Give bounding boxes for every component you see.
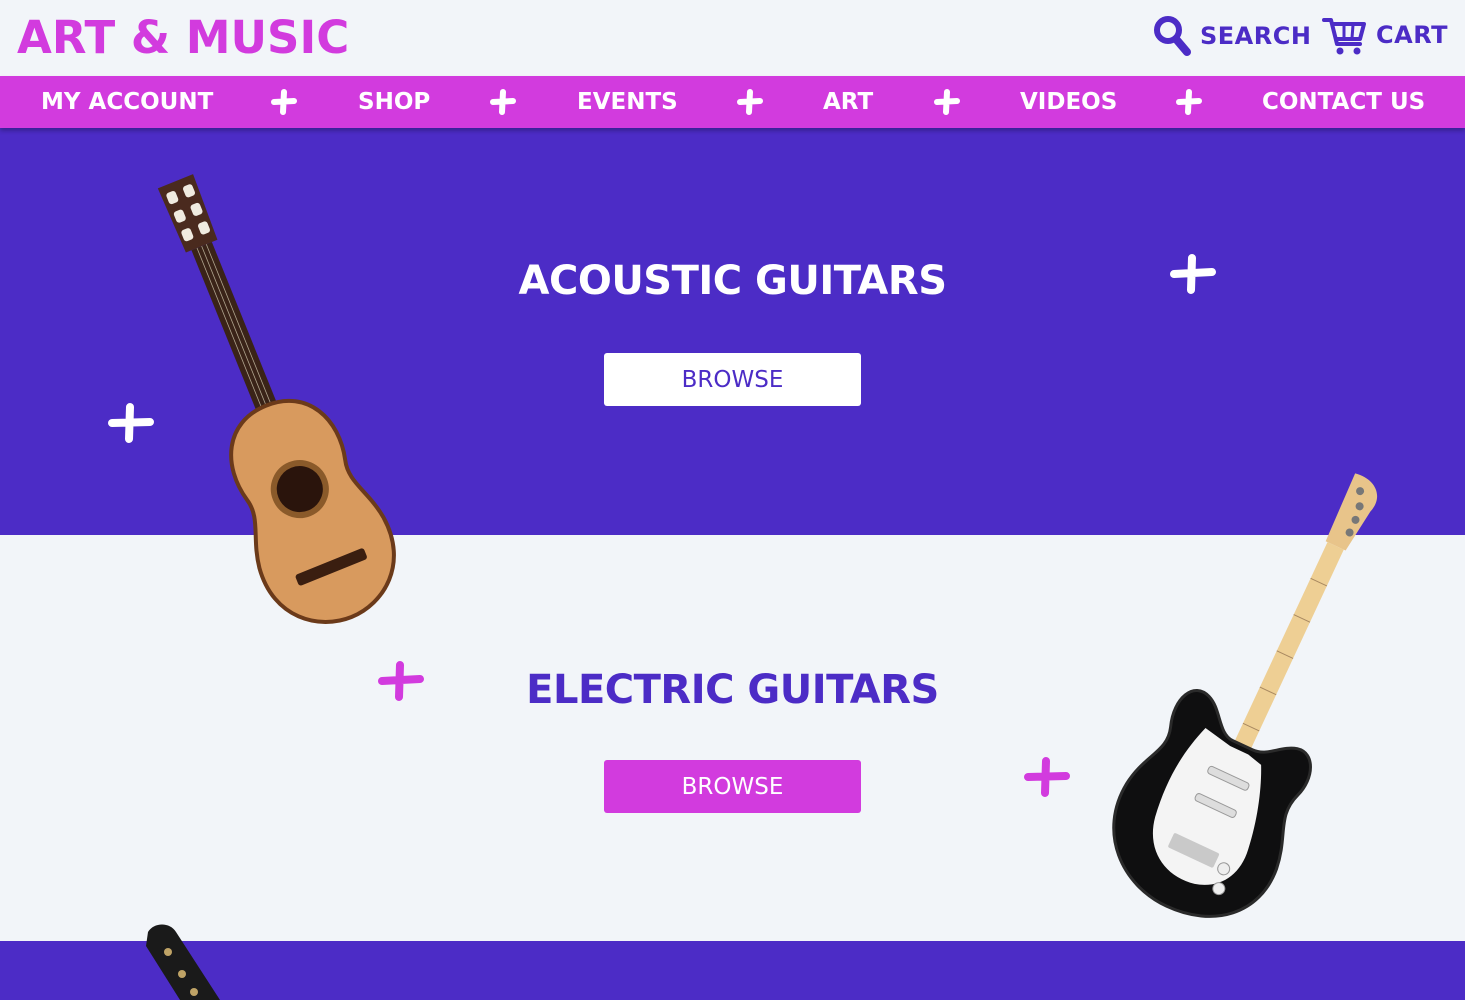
nav-item-art[interactable]: ART	[823, 76, 873, 128]
nav-item-my-account[interactable]: MY ACCOUNT	[41, 76, 213, 128]
browse-electric-button[interactable]: BROWSE	[604, 760, 861, 813]
bass-guitar-image	[146, 924, 220, 1000]
search-icon	[1154, 16, 1191, 56]
nav-item-contact-us[interactable]: CONTACT US	[1262, 76, 1425, 128]
cart-label: CART	[1376, 21, 1448, 49]
acoustic-guitar-image	[157, 174, 396, 624]
site-logo[interactable]: ART & MUSIC	[17, 8, 349, 68]
plus-icon	[934, 89, 960, 115]
main-nav: MY ACCOUNT SHOP EVENTS ART VIDEOS CONTAC…	[0, 76, 1465, 128]
plus-icon	[271, 89, 297, 115]
cart-icon	[1322, 18, 1366, 55]
plus-icon	[1170, 254, 1216, 294]
cart-button[interactable]: CART	[1322, 14, 1448, 56]
nav-item-events[interactable]: EVENTS	[577, 76, 678, 128]
plus-icon	[490, 89, 516, 115]
plus-icon	[378, 661, 424, 701]
search-label: SEARCH	[1200, 22, 1312, 50]
nav-item-videos[interactable]: VIDEOS	[1020, 76, 1117, 128]
plus-icon	[737, 89, 763, 115]
electric-guitar-image	[1112, 473, 1378, 918]
site-header: ART & MUSIC SEARCH CART	[0, 0, 1465, 76]
browse-acoustic-button[interactable]: BROWSE	[604, 353, 861, 406]
plus-icon	[1024, 757, 1070, 797]
search-button[interactable]: SEARCH	[1152, 14, 1311, 58]
plus-icon	[1176, 89, 1202, 115]
nav-item-shop[interactable]: SHOP	[358, 76, 430, 128]
